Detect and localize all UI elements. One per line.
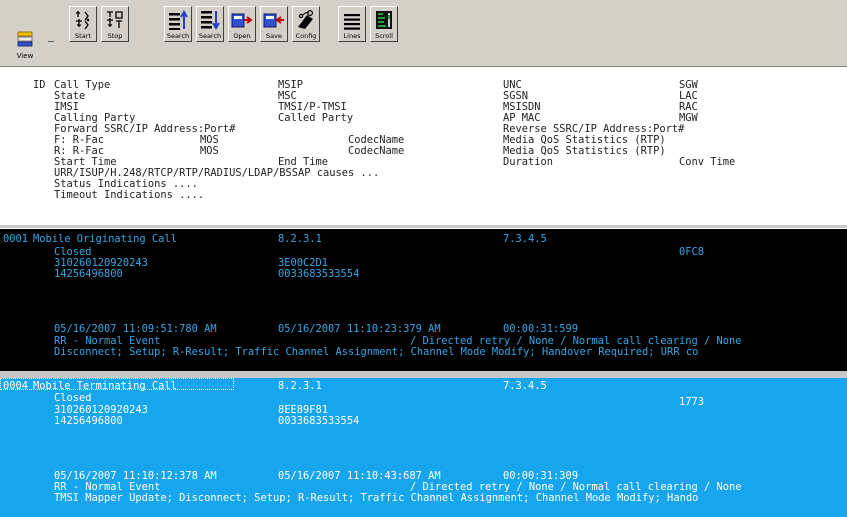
- start-icon: [73, 9, 93, 32]
- lines-icon: [342, 11, 362, 32]
- stop-icon: [105, 9, 125, 32]
- lines-button[interactable]: Lines: [338, 6, 366, 42]
- config-label: Config: [295, 32, 317, 40]
- start-button[interactable]: Start: [69, 6, 97, 42]
- record-lac: 0FC8: [679, 246, 705, 258]
- record-calling-party: 14256496800: [54, 268, 123, 280]
- legend-r-codec: CodecName: [348, 145, 405, 157]
- search-up-button[interactable]: Search: [164, 6, 192, 42]
- legend-r-mos: MOS: [200, 145, 219, 157]
- record-call-type: Mobile Originating Call: [33, 233, 177, 245]
- record-divider: [0, 371, 847, 378]
- open-label: Open: [233, 32, 251, 40]
- scroll-icon: [374, 9, 394, 32]
- search-up-icon: [167, 9, 189, 32]
- call-record-selected[interactable]: 0004 Mobile Terminating Call 8.2.3.1 7.3…: [0, 378, 847, 517]
- save-icon: [263, 11, 285, 32]
- legend-end-time: End Time: [278, 156, 329, 168]
- record-lac: 1773: [679, 396, 705, 408]
- legend-timeout-indications: Timeout Indications ....: [54, 189, 205, 201]
- record-msip: 8.2.3.1: [278, 233, 322, 245]
- record-called-party: 0033683533554: [278, 268, 360, 280]
- record-status-indications: Disconnect; Setup; R-Result; Traffic Cha…: [54, 346, 699, 358]
- record-unc: 7.3.4.5: [503, 233, 547, 245]
- lines-label: Lines: [343, 32, 361, 40]
- column-legend: ID Call Type State IMSI Calling Party Fo…: [0, 67, 847, 228]
- stop-label: Stop: [107, 32, 123, 40]
- save-button[interactable]: Save: [260, 6, 288, 42]
- open-icon: [231, 11, 253, 32]
- record-state: Closed: [54, 392, 92, 404]
- legend-id: ID: [33, 79, 46, 91]
- view-icon: [17, 30, 33, 52]
- view-button[interactable]: View: [10, 20, 40, 60]
- record-status-indications: TMSI Mapper Update; Disconnect; Setup; R…: [54, 492, 699, 504]
- record-duration: 00:00:31:599: [503, 323, 579, 335]
- toolbar: View Start Stop Search Search Open Save …: [0, 0, 847, 67]
- search-down-icon: [199, 9, 221, 32]
- record-calling-party: 14256496800: [54, 415, 123, 427]
- record-call-type: Mobile Terminating Call: [33, 380, 177, 392]
- save-label: Save: [266, 32, 282, 40]
- record-called-party: 0033683533554: [278, 415, 360, 427]
- search-down-label: Search: [198, 32, 222, 40]
- view-label: View: [16, 52, 34, 60]
- record-end-time: 05/16/2007 11:10:23:379 AM: [278, 323, 441, 335]
- stop-button[interactable]: Stop: [101, 6, 129, 42]
- toolbar-separator: [48, 41, 54, 42]
- legend-called-party: Called Party: [278, 112, 354, 124]
- call-record[interactable]: 0001 Mobile Originating Call 8.2.3.1 7.3…: [0, 229, 847, 371]
- search-up-label: Search: [166, 32, 190, 40]
- record-start-time: 05/16/2007 11:09:51:780 AM: [54, 323, 217, 335]
- record-unc: 7.3.4.5: [503, 380, 547, 392]
- scroll-label: Scroll: [375, 32, 393, 40]
- open-button[interactable]: Open: [228, 6, 256, 42]
- record-id: 0001: [3, 233, 29, 245]
- legend-duration: Duration: [503, 156, 554, 168]
- record-id: 0004: [3, 380, 29, 392]
- scroll-button[interactable]: Scroll: [370, 6, 398, 42]
- record-msip: 8.2.3.1: [278, 380, 322, 392]
- search-down-button[interactable]: Search: [196, 6, 224, 42]
- config-button[interactable]: Config: [292, 6, 320, 42]
- config-icon: [295, 9, 317, 32]
- legend-mgw: MGW: [679, 112, 698, 124]
- start-label: Start: [75, 32, 91, 40]
- legend-conv-time: Conv Time: [679, 156, 736, 168]
